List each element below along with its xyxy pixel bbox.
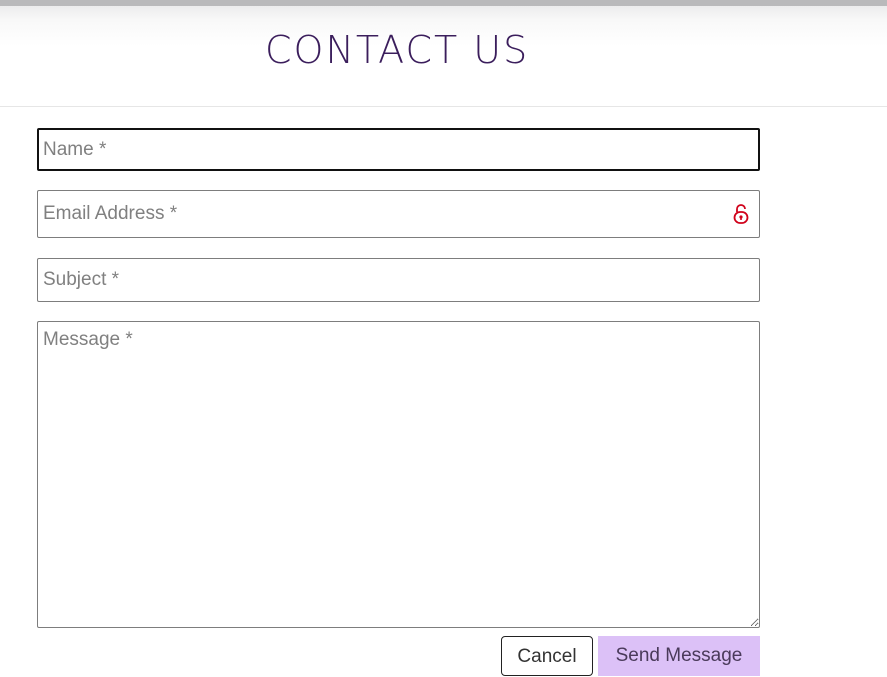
cancel-button[interactable]: Cancel xyxy=(501,636,593,676)
send-message-button[interactable]: Send Message xyxy=(598,636,760,676)
name-input[interactable] xyxy=(37,128,760,171)
lock-icon[interactable] xyxy=(732,203,750,225)
page-header: CONTACT US xyxy=(0,6,887,107)
message-textarea[interactable] xyxy=(37,321,760,628)
subject-input[interactable] xyxy=(37,258,760,302)
page-title: CONTACT US xyxy=(265,28,530,72)
email-input[interactable] xyxy=(37,190,760,238)
